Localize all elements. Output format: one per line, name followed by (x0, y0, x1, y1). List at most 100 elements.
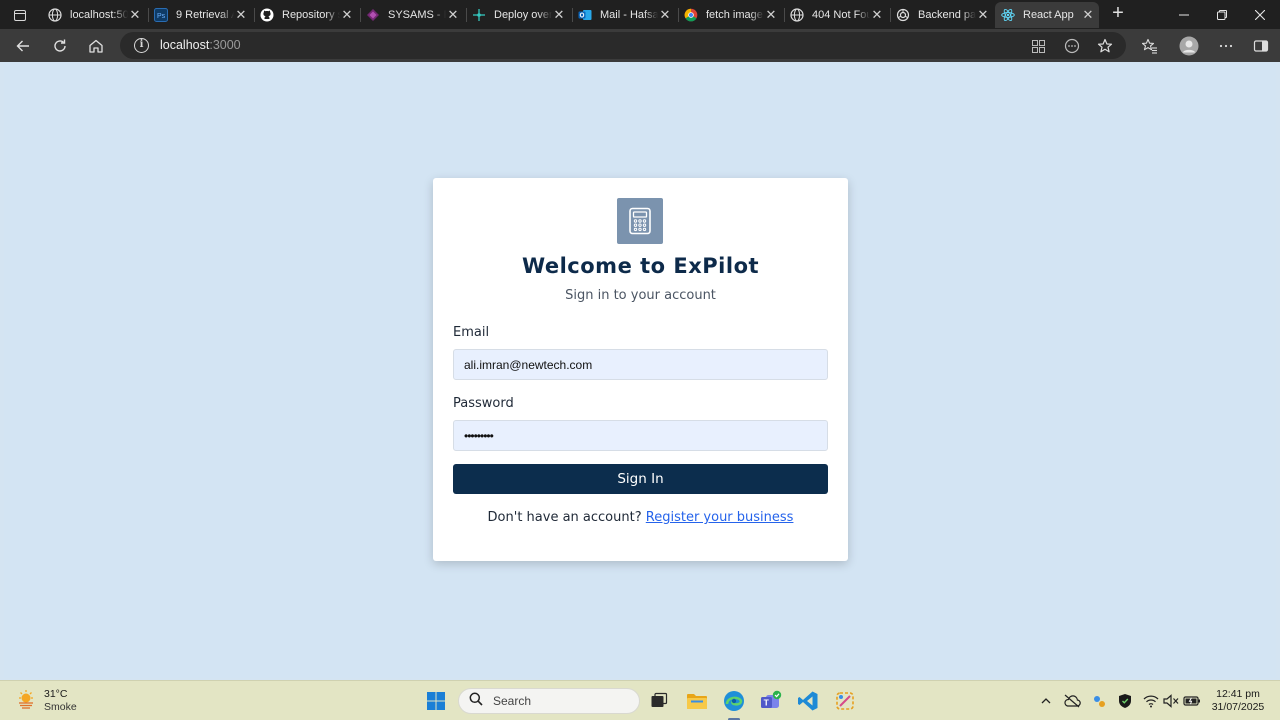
email-field[interactable]: ali.imran@newtech.com (453, 349, 828, 380)
browser-tab[interactable]: Mail - Hafsa ✕ (572, 2, 676, 28)
favorite-star-icon[interactable] (1092, 33, 1118, 59)
chrome-icon (684, 8, 698, 22)
page-title: Welcome to ExPilot (521, 254, 760, 278)
browser-tab[interactable]: localhost:5000 ✕ (42, 2, 146, 28)
page-subtitle: Sign in to your account (565, 288, 716, 303)
favorites-icon[interactable] (1137, 33, 1163, 59)
wifi-icon[interactable] (1142, 692, 1160, 710)
browser-tab[interactable]: SYSAMS - Power ✕ (360, 2, 464, 28)
password-field[interactable]: ••••••••• (453, 420, 828, 451)
password-label: Password (453, 396, 514, 411)
search-icon (469, 692, 483, 711)
browser-tab[interactable]: Repository search ✕ (254, 2, 358, 28)
app-available-icon[interactable] (1025, 33, 1051, 59)
volume-muted-icon[interactable] (1162, 692, 1180, 710)
clock-date: 31/07/2025 (1211, 701, 1265, 713)
file-explorer-icon[interactable] (685, 689, 709, 713)
tab-title: Backend page (918, 9, 976, 21)
battery-charging-icon[interactable] (1183, 692, 1201, 710)
edge-browser-icon[interactable] (722, 689, 746, 713)
openai-icon (896, 8, 910, 22)
browser-toolbar: i localhost:3000 (0, 29, 1280, 62)
sidebar-toggle-icon[interactable] (1248, 33, 1274, 59)
github-icon (260, 8, 274, 22)
snipping-tool-icon[interactable] (833, 689, 857, 713)
profile-avatar-icon[interactable] (1176, 33, 1202, 59)
register-business-link[interactable]: Register your business (646, 510, 794, 525)
browser-tab[interactable]: fetch image ✕ (678, 2, 782, 28)
react-icon (1001, 8, 1015, 22)
teams-icon[interactable]: T (759, 689, 783, 713)
address-bar[interactable]: i localhost:3000 (120, 32, 1126, 59)
tab-title: 9 Retrieval Augmented (176, 9, 234, 21)
close-tab-icon[interactable]: ✕ (1081, 7, 1095, 23)
new-tab-icon[interactable]: + (1107, 3, 1129, 25)
tab-title: fetch image (706, 9, 764, 21)
globe-icon (48, 8, 62, 22)
windows-taskbar: 31°C Smoke Search T 12:41 pm 31/07/2025 (0, 680, 1280, 720)
svg-text:T: T (764, 698, 770, 708)
browser-tab[interactable]: 404 Not Found ✕ (784, 2, 888, 28)
sun-haze-icon (16, 689, 36, 714)
restore-icon[interactable] (1203, 0, 1241, 29)
close-tab-icon[interactable]: ✕ (764, 7, 778, 23)
powerapps-icon (366, 8, 380, 22)
close-tab-icon[interactable]: ✕ (234, 7, 248, 23)
browser-tab[interactable]: Deploy overview ✕ (466, 2, 570, 28)
outlook-icon (578, 8, 592, 22)
home-icon[interactable] (83, 33, 109, 59)
netlify-icon (472, 8, 486, 22)
refresh-icon[interactable] (47, 33, 73, 59)
svg-text:Ps: Ps (157, 13, 166, 20)
url-text: localhost:3000 (160, 38, 241, 52)
calculator-icon (617, 198, 663, 244)
weather-desc: Smoke (44, 701, 77, 713)
close-tab-icon[interactable]: ✕ (870, 7, 884, 23)
close-tab-icon[interactable]: ✕ (976, 7, 990, 23)
close-tab-icon[interactable]: ✕ (446, 7, 460, 23)
browser-tab-active[interactable]: React App ✕ (995, 2, 1099, 28)
close-window-icon[interactable] (1241, 0, 1279, 29)
sign-in-button[interactable]: Sign In (453, 464, 828, 494)
tab-title: React App (1023, 9, 1074, 21)
site-info-icon[interactable]: i (134, 38, 149, 53)
settings-more-icon[interactable] (1213, 33, 1239, 59)
windows-start-icon[interactable] (424, 689, 448, 713)
page-viewport: Welcome to ExPilot Sign in to your accou… (4, 62, 1276, 678)
weather-widget[interactable]: 31°C Smoke (16, 688, 77, 714)
tab-title: Repository search (282, 9, 340, 21)
ps-icon: Ps (154, 8, 168, 22)
security-shield-icon[interactable] (1116, 692, 1134, 710)
close-tab-icon[interactable]: ✕ (658, 7, 672, 23)
tab-title: Mail - Hafsa (600, 9, 658, 21)
system-clock[interactable]: 12:41 pm 31/07/2025 (1206, 688, 1270, 714)
browser-tab[interactable]: Backend page ✕ (890, 2, 994, 28)
clock-time: 12:41 pm (1216, 688, 1260, 700)
login-card: Welcome to ExPilot Sign in to your accou… (433, 178, 848, 561)
register-prompt-text: Don't have an account? (487, 510, 642, 525)
search-placeholder: Search (493, 694, 532, 708)
back-arrow-icon[interactable] (10, 33, 36, 59)
more-tools-icon[interactable] (1059, 33, 1085, 59)
chevron-up-icon[interactable] (1037, 692, 1055, 710)
tab-title: Deploy overview (494, 9, 552, 21)
tab-title: localhost:5000 (70, 9, 128, 21)
cloud-offline-icon[interactable] (1063, 692, 1081, 710)
close-tab-icon[interactable]: ✕ (128, 7, 142, 23)
tab-strip: localhost:5000 ✕ Ps 9 Retrieval Augmente… (0, 0, 1280, 29)
close-tab-icon[interactable]: ✕ (340, 7, 354, 23)
browser-tab[interactable]: Ps 9 Retrieval Augmented ✕ (148, 2, 252, 28)
register-prompt: Don't have an account? Register your bus… (433, 510, 848, 525)
tab-title: 404 Not Found (812, 9, 870, 21)
tab-title: SYSAMS - Power (388, 9, 446, 21)
vscode-icon[interactable] (796, 689, 820, 713)
weather-temp: 31°C (44, 688, 68, 700)
tab-actions-icon[interactable] (8, 4, 32, 26)
close-tab-icon[interactable]: ✕ (552, 7, 566, 23)
globe-icon (790, 8, 804, 22)
minimize-icon[interactable] (1165, 0, 1203, 29)
task-view-icon[interactable] (647, 689, 671, 713)
bluetooth-devices-icon[interactable] (1090, 692, 1108, 710)
email-label: Email (453, 325, 490, 340)
taskbar-search[interactable]: Search (458, 688, 640, 714)
